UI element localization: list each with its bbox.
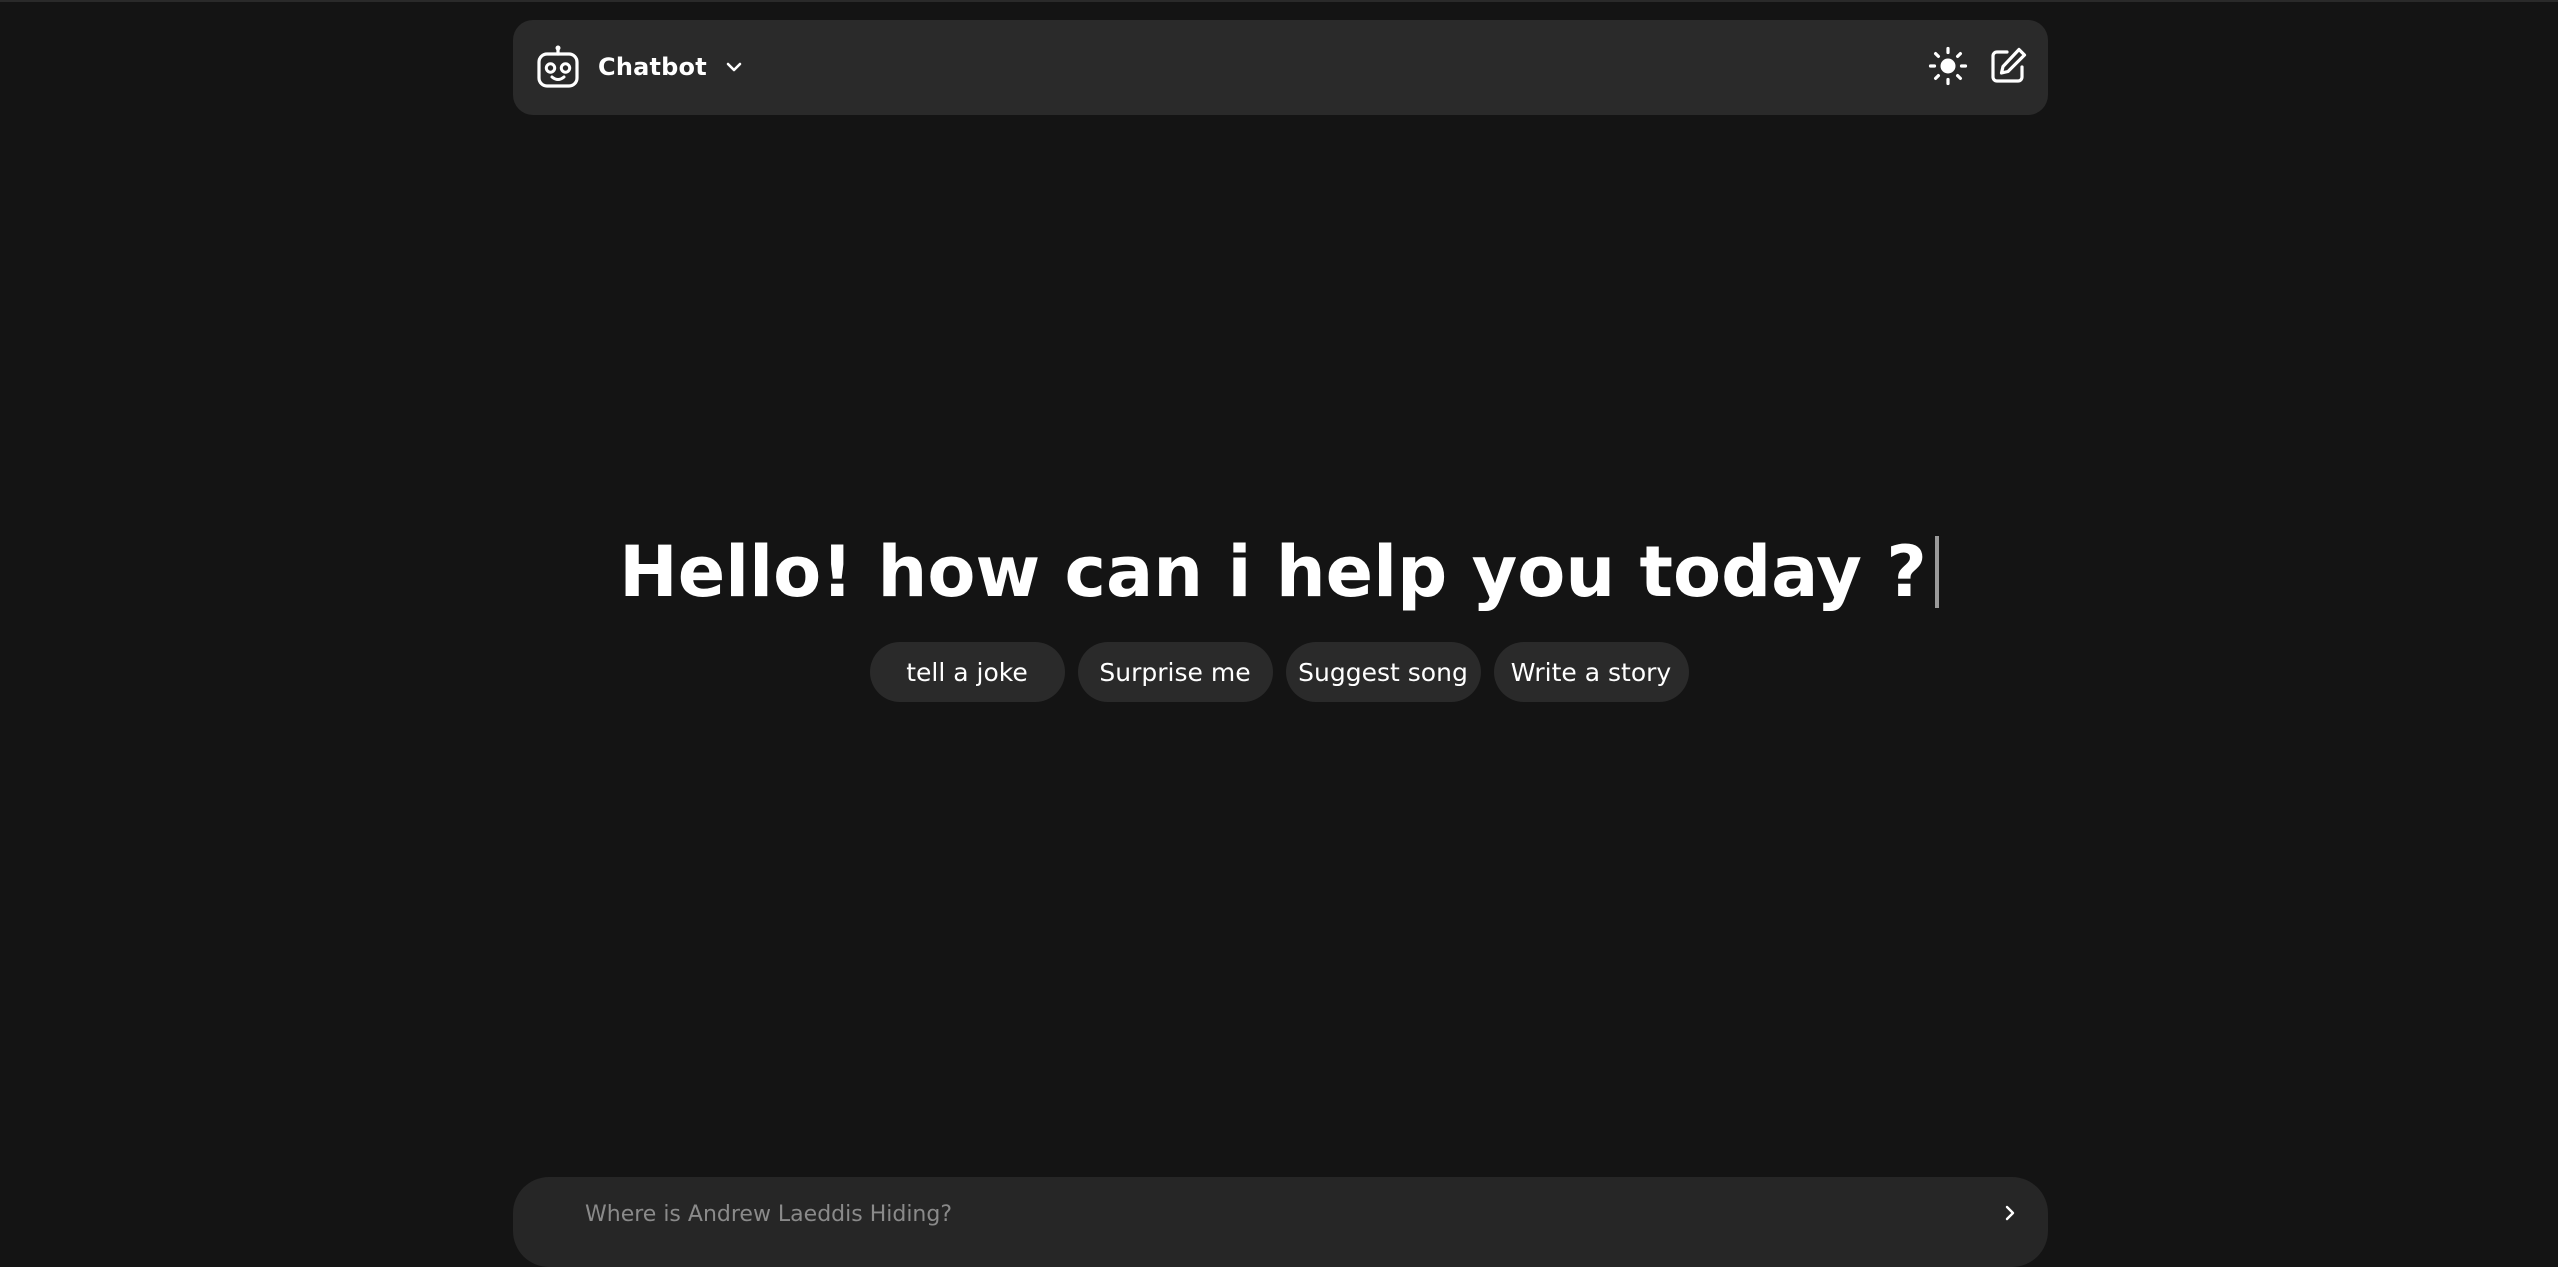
new-chat-button[interactable] (1988, 46, 2028, 86)
window-top-edge (0, 0, 2558, 2)
chevron-right-icon (2005, 1205, 2015, 1221)
suggestion-chips: tell a joke Surprise me Suggest song Wri… (0, 642, 2558, 702)
typing-caret (1934, 536, 1939, 608)
top-bar: Chatbot (513, 20, 2048, 115)
edit-icon (1991, 47, 2027, 83)
theme-toggle-button[interactable] (1928, 46, 1968, 86)
greeting-text: Hello! how can i help you today ? (619, 531, 1927, 613)
message-composer (513, 1177, 2048, 1267)
robot-icon (537, 45, 579, 88)
message-input[interactable] (583, 1197, 1937, 1231)
header-actions (1928, 46, 2028, 86)
suggestion-write-a-story[interactable]: Write a story (1493, 642, 1689, 702)
suggestion-tell-a-joke[interactable]: tell a joke (869, 642, 1065, 702)
app-name: Chatbot (598, 53, 707, 81)
model-selector[interactable]: Chatbot (535, 42, 745, 92)
suggestion-suggest-song[interactable]: Suggest song (1285, 642, 1481, 702)
sun-icon (1928, 46, 1968, 86)
send-button[interactable] (1994, 1197, 2026, 1229)
suggestion-surprise-me[interactable]: Surprise me (1077, 642, 1273, 702)
chevron-down-icon (726, 62, 742, 72)
greeting-heading: Hello! how can i help you today ? (0, 527, 2558, 617)
